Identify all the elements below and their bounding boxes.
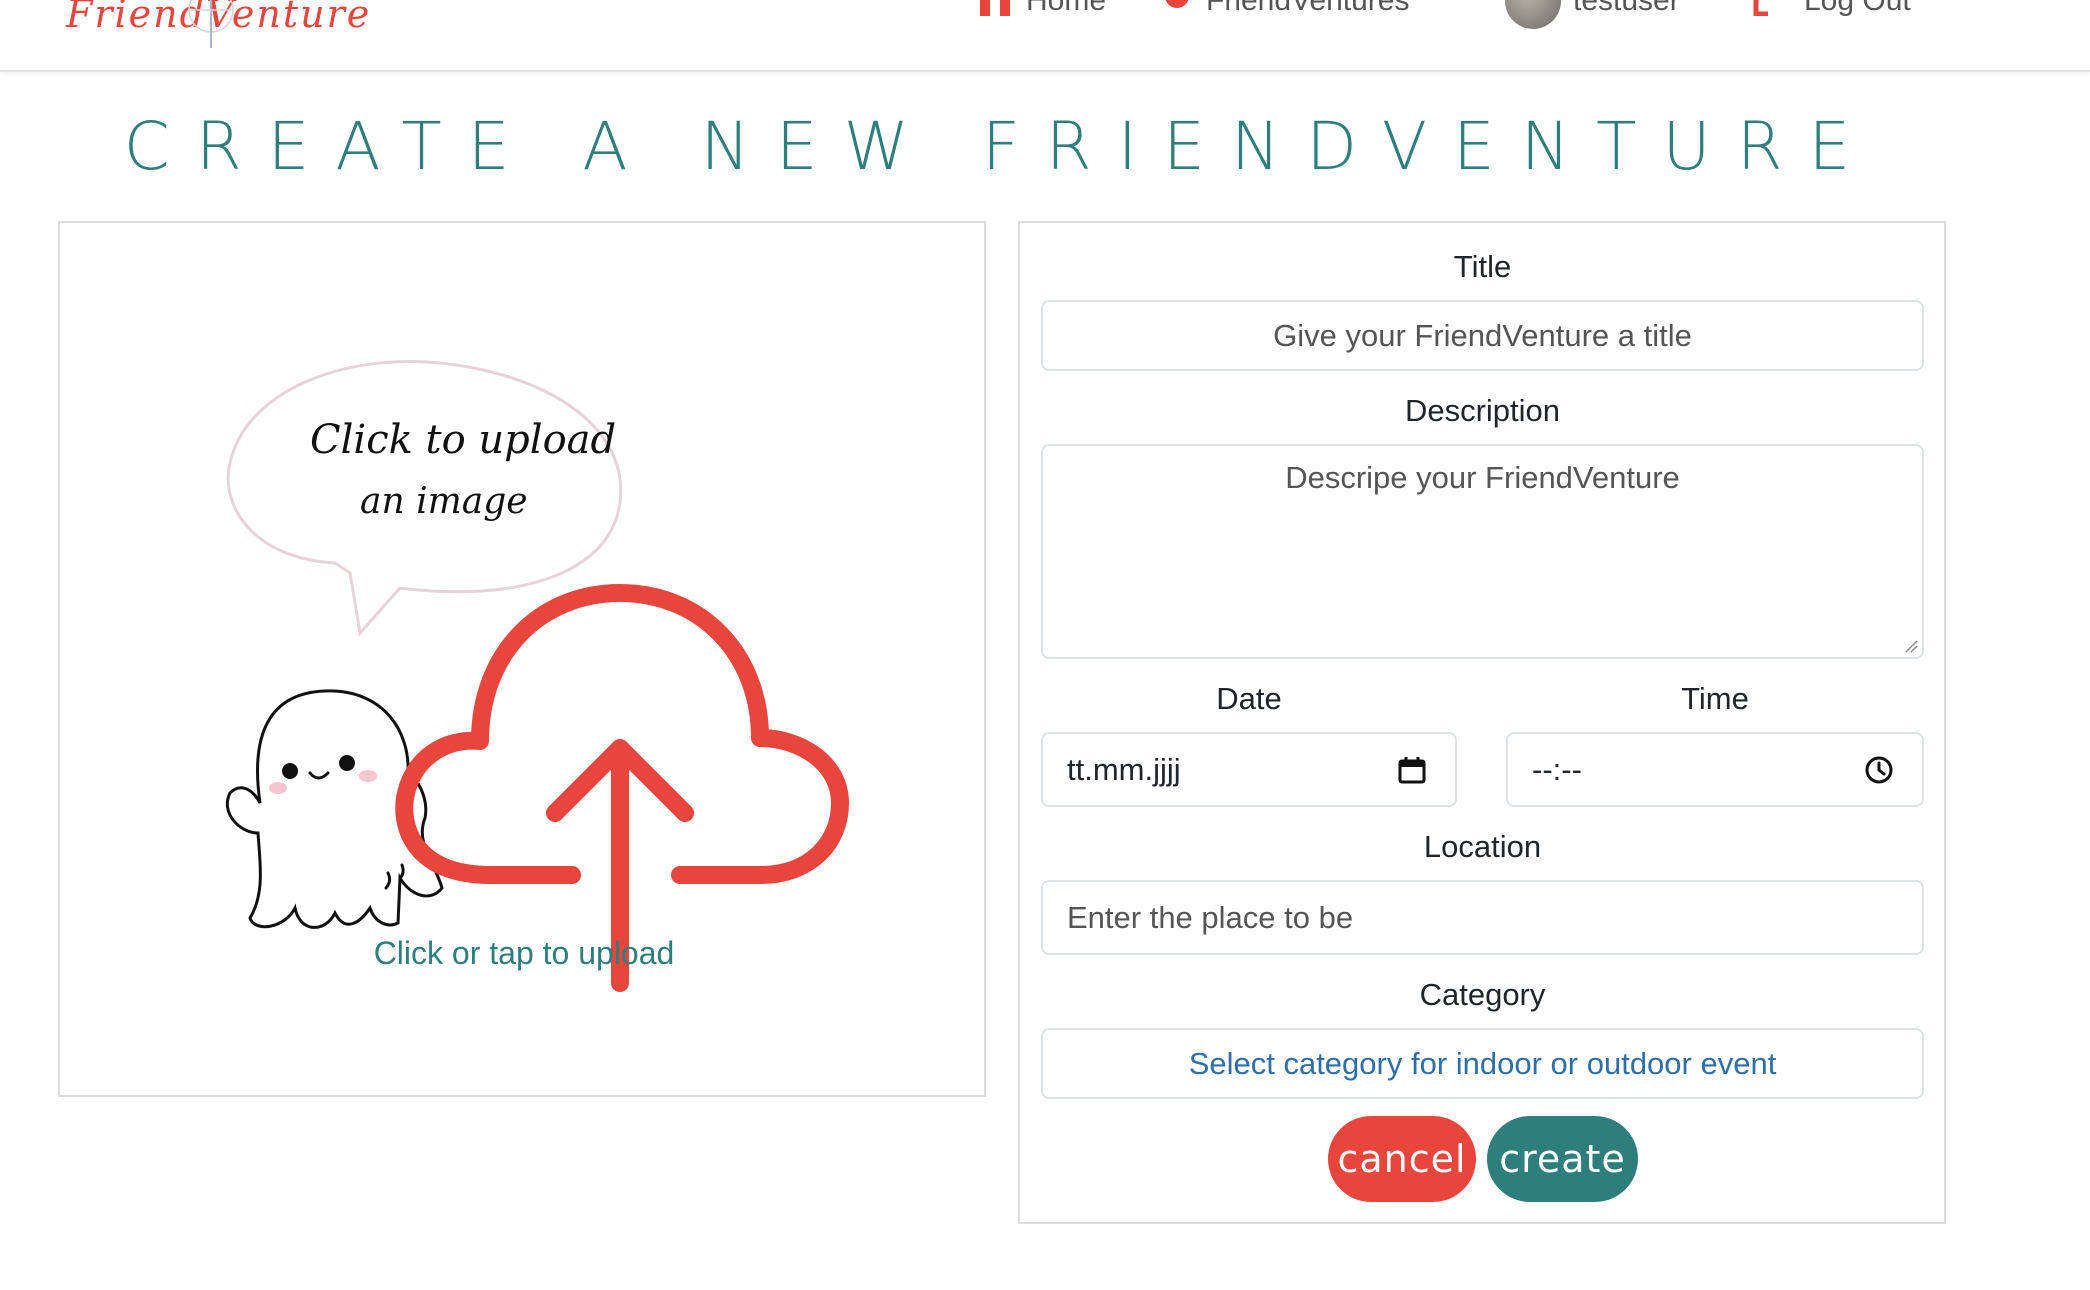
avatar xyxy=(1505,0,1561,29)
page-title: CREATE A NEW FRIENDVENTURE xyxy=(123,108,1877,185)
logout-icon xyxy=(1753,0,1768,16)
bubble-line1: Click to upload xyxy=(310,417,616,463)
nav-home[interactable]: Home xyxy=(978,0,1107,17)
title-placeholder: Give your FriendVenture a title xyxy=(1273,317,1692,353)
clock-icon[interactable] xyxy=(1864,755,1894,785)
compass-icon xyxy=(1165,0,1189,8)
description-placeholder: Descripe your FriendVenture xyxy=(1285,460,1680,495)
description-label: Description xyxy=(1404,393,1561,428)
cancel-button[interactable]: cancel xyxy=(1328,1116,1476,1202)
time-label: Time xyxy=(1681,681,1749,716)
title-input[interactable]: Give your FriendVenture a title xyxy=(1041,300,1924,371)
time-value: --:-- xyxy=(1532,751,1582,787)
image-upload-area[interactable]: Click to upload an image Click or tap to… xyxy=(58,221,986,1097)
speech-bubble: Click to upload an image xyxy=(226,360,623,637)
nav-logout-label: Log Out xyxy=(1804,0,1911,17)
category-label: Category xyxy=(1419,977,1546,1012)
cloud-upload-icon xyxy=(395,584,849,992)
navbar: FriendVenture Home FriendVentures testus… xyxy=(0,0,2090,72)
title-label: Title xyxy=(1453,249,1512,284)
time-input[interactable]: --:-- xyxy=(1506,732,1924,807)
category-select[interactable]: Select category for indoor or outdoor ev… xyxy=(1041,1028,1924,1099)
create-button[interactable]: create xyxy=(1487,1116,1638,1202)
nav-user[interactable]: testuser xyxy=(1505,0,1680,29)
bubble-line2: an image xyxy=(360,481,528,522)
upload-hint: Click or tap to upload xyxy=(373,935,675,971)
nav-logout[interactable]: Log Out xyxy=(1752,0,1911,17)
description-textarea[interactable]: Descripe your FriendVenture xyxy=(1041,444,1924,659)
location-label: Location xyxy=(1423,829,1542,864)
date-label: Date xyxy=(1216,681,1282,716)
date-value: tt.mm.jjjj xyxy=(1067,751,1181,787)
location-placeholder: Enter the place to be xyxy=(1067,899,1354,935)
nav-friendventures[interactable]: FriendVentures xyxy=(1160,0,1410,17)
category-selected-value: Select category for indoor or outdoor ev… xyxy=(1188,1045,1777,1081)
calendar-icon[interactable] xyxy=(1397,755,1427,785)
nav-home-label: Home xyxy=(1026,0,1107,17)
nav-friendventures-label: FriendVentures xyxy=(1206,0,1410,17)
location-input[interactable]: Enter the place to be xyxy=(1041,880,1924,955)
home-icon xyxy=(980,0,1010,16)
nav-user-label: testuser xyxy=(1573,0,1680,17)
date-input[interactable]: tt.mm.jjjj xyxy=(1041,732,1457,807)
compass-logo-icon xyxy=(188,0,234,48)
resize-grip-icon[interactable] xyxy=(1904,639,1918,653)
create-friendventure-form: Title Give your FriendVenture a title De… xyxy=(1018,221,1946,1224)
